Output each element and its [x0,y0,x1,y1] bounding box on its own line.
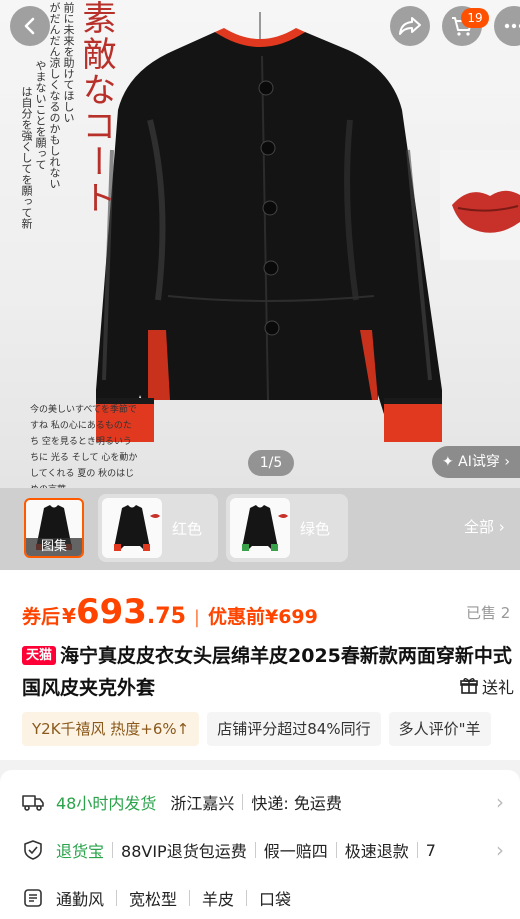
ship-origin: 浙江嘉兴 [170,794,235,813]
divider [116,890,118,906]
trend-chip[interactable]: Y2K千禧风 热度+6%↑ [22,712,200,746]
divider [246,890,248,906]
poem-small: 今の美しいすべてを季節ですね 私の心にあるものたち 空を見るとき明るいうちに 光… [30,405,138,488]
chevron-left-icon [24,17,35,35]
product-title[interactable]: 天猫 海宁真皮皮衣女头层绵羊皮2025春新款两面穿新中式国风皮夹克外套 [22,640,518,704]
share-icon [399,17,421,35]
more-icon [504,23,520,29]
price-decimal: .75 [146,604,186,629]
store-score-chip[interactable]: 店铺评分超过84%同行 [207,712,381,746]
thumb-image [102,498,162,558]
guarantee-item: 假一赔四 [263,842,328,861]
jacket [96,28,442,442]
sold-count: 已售 2 [466,604,511,622]
thumb-gallery[interactable]: 图集 [20,494,90,562]
tmall-badge: 天猫 [22,646,57,665]
lips-poster [440,150,520,260]
pre-discount-price: 优惠前¥699 [207,606,318,628]
review-chip[interactable]: 多人评价"羊 [388,712,491,746]
poem-line: やまないことを願って [34,60,47,170]
poem-line: 前に未来を助けてほしい [62,2,75,123]
divider [335,842,337,858]
thumb-image[interactable]: 图集 [24,498,84,558]
truck-icon [22,795,44,811]
chevron-right-icon: › [496,838,504,862]
color-name: 红色 [172,519,203,538]
price-separator: | [193,607,200,628]
list-icon [24,889,42,907]
tag-chips: Y2K千禧风 热度+6%↑ 店铺评分超过84%同行 多人评价"羊 [22,712,520,746]
service-card: 48小时内发货 浙江嘉兴 快递: 免运费 › 退货宝 88VIP退货包运费 假一… [0,770,520,919]
guarantee-name: 退货宝 [56,842,105,861]
divider [189,890,191,906]
guarantee-item: 88VIP退货包运费 [121,842,247,861]
image-pager: 1/5 [248,450,294,476]
divider [416,842,418,858]
gallery-headline: 素敵なコート [76,0,116,216]
attributes-row[interactable]: 通勤风 宽松型 羊皮 口袋 [22,878,502,918]
all-sku-button[interactable]: 全部 › [464,516,505,537]
guarantee-row[interactable]: 退货宝 88VIP退货包运费 假一赔四 极速退款 7 [22,830,502,870]
thumb-label: 图集 [26,538,82,556]
poem-line: がだんだん涼しくなるのかもしれない [48,2,61,189]
attr-item: 口袋 [259,890,292,909]
thumb-color-red[interactable]: 红色 [98,494,218,562]
ship-time: 48小时内发货 [56,794,157,813]
chevron-right-icon: › [496,790,504,814]
attr-item: 通勤风 [56,890,105,909]
shipping-row[interactable]: 48小时内发货 浙江嘉兴 快递: 免运费 [22,782,502,822]
ship-courier: 快递: 免运费 [251,794,342,813]
gift-icon [460,678,478,694]
attr-item: 宽松型 [129,890,178,909]
thumb-color-green[interactable]: 绿色 [226,494,348,562]
divider [112,842,114,858]
share-button[interactable] [390,6,430,46]
guarantee-item: 7 [425,840,436,860]
gift-button[interactable]: 送礼 [460,674,514,698]
divider [254,842,256,858]
thumb-jacket-image [114,505,160,551]
currency-symbol: ¥ [62,604,76,628]
product-title-text: 海宁真皮皮衣女头层绵羊皮2025春新款两面穿新中式国风皮夹克外套 [22,645,512,699]
cart-count-badge: 19 [461,8,489,28]
guarantee-item: 极速退款 [344,842,409,861]
color-name: 绿色 [300,519,331,538]
price-row: 券后 ¥ 693 .75 | 优惠前¥699 [22,592,318,632]
product-info: 券后 ¥ 693 .75 | 优惠前¥699 已售 2 天猫 海宁真皮皮衣女头层绵… [0,570,520,760]
poem-line: は自分を強くしてを願って新 [20,86,33,229]
thumb-jacket-image [242,505,288,551]
divider [242,794,244,810]
product-gallery[interactable]: 素敵なコート 前に未来を助けてほしい がだんだん涼しくなるのかもしれない やまな… [0,0,520,488]
shield-icon [24,840,42,860]
thumb-image [230,498,290,558]
sku-thumb-strip: 图集 红色 绿色 全部 › [0,488,520,570]
attr-item: 羊皮 [202,890,235,909]
back-button[interactable] [10,6,50,46]
price-integer: 693 [75,592,147,632]
ai-tryon-button[interactable]: ✦ AI试穿 › [432,446,520,478]
gift-label: 送礼 [482,678,515,697]
coupon-price-label: 券后 [22,606,61,628]
